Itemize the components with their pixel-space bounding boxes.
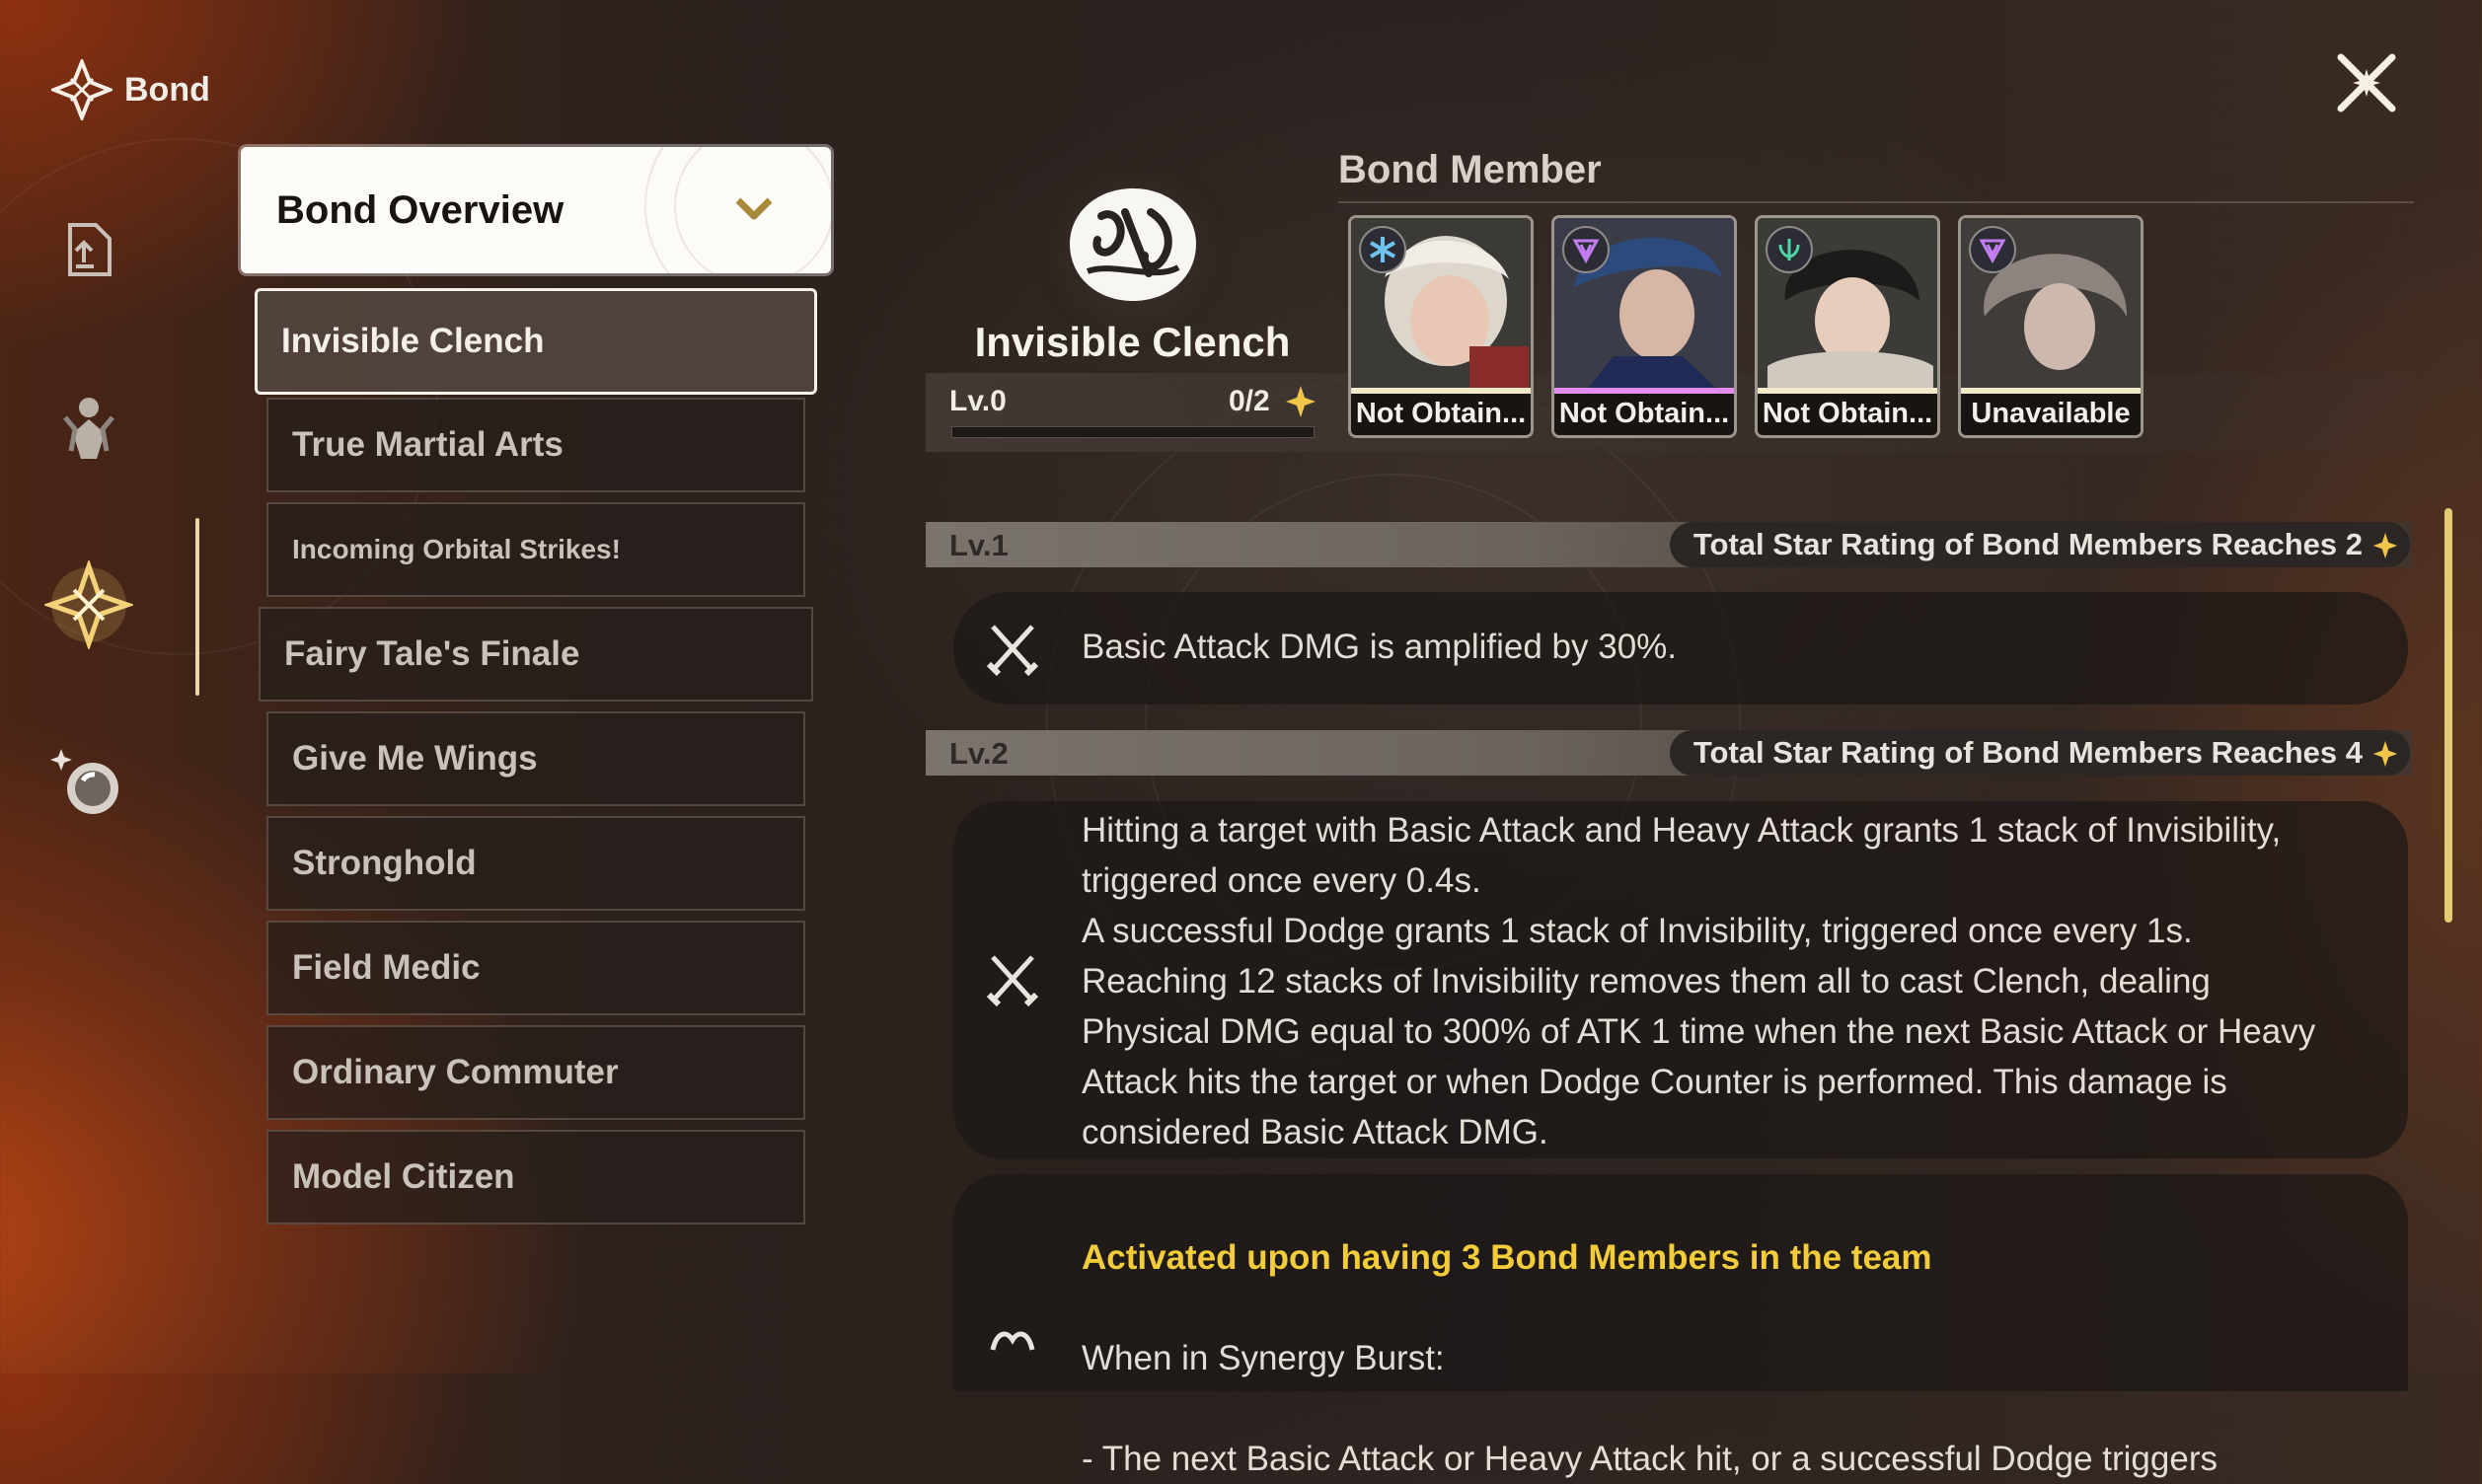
team-effect-line-1: When in Synergy Burst: <box>1082 1339 1445 1377</box>
bond-member-title: Bond Member <box>1338 148 1602 191</box>
characters-icon <box>63 398 114 459</box>
bond-icon <box>44 560 133 649</box>
level-1-header: Lv.1 Total Star Rating of Bond Members R… <box>926 522 2412 567</box>
bond-emblem-icon <box>1070 188 1196 301</box>
bond-list-item-true-martial-arts[interactable]: True Martial Arts <box>266 398 805 492</box>
upload-icon <box>68 223 112 276</box>
star-icon <box>2372 741 2398 767</box>
level-requirement-text: Total Star Rating of Bond Members Reache… <box>1692 527 2363 561</box>
sidebar-item-upload[interactable] <box>41 202 136 297</box>
level-effect-text: Hitting a target with Basic Attack and H… <box>1082 811 2316 1151</box>
wind-icon <box>1766 226 1813 273</box>
level-requirement: Total Star Rating of Bond Members Reache… <box>1669 522 2410 567</box>
bond-overview-dropdown[interactable]: Bond Overview <box>241 147 831 273</box>
bond-member-card[interactable]: Not Obtain... <box>1755 215 1940 438</box>
bond-list-item-model-citizen[interactable]: Model Citizen <box>266 1130 805 1224</box>
page-title: Bond <box>124 70 210 109</box>
bond-name: Invisible Clench <box>974 319 1291 365</box>
app-header: Bond <box>51 59 210 120</box>
level-requirement-text: Total Star Rating of Bond Members Reache… <box>1692 735 2363 770</box>
chevron-down-icon <box>735 197 773 220</box>
member-status: Not Obtain... <box>1351 394 1531 435</box>
team-effect-condition: Activated upon having 3 Bond Members in … <box>1082 1238 1932 1277</box>
level-1-effect: Basic Attack DMG is amplified by 30%. <box>953 592 2408 705</box>
bond-progress-text: 0/2 <box>1229 385 1270 417</box>
level-requirement: Total Star Rating of Bond Members Reache… <box>1669 730 2410 776</box>
member-status: Unavailable <box>1961 394 2141 435</box>
crossed-swords-icon <box>986 955 1039 1007</box>
team-effect-text: Activated upon having 3 Bond Members in … <box>1082 1182 2218 1484</box>
bond-list-item-incoming-orbital-strikes[interactable]: Incoming Orbital Strikes! <box>266 502 805 597</box>
sidebar-item-orb[interactable] <box>41 735 136 830</box>
bond-member-card[interactable]: Unavailable <box>1958 215 2144 438</box>
void-icon <box>1969 226 2016 273</box>
bond-list-item-give-me-wings[interactable]: Give Me Wings <box>266 711 805 806</box>
level-2-effect: Hitting a target with Basic Attack and H… <box>953 801 2408 1158</box>
overview-decoration <box>644 147 831 273</box>
bond-list-item-stronghold[interactable]: Stronghold <box>266 816 805 911</box>
divider <box>1338 201 2414 203</box>
bond-list-item-field-medic[interactable]: Field Medic <box>266 921 805 1015</box>
team-effect: Activated upon having 3 Bond Members in … <box>953 1174 2408 1478</box>
bond-member-card[interactable]: Not Obtain... <box>1551 215 1737 438</box>
crossed-swords-icon <box>986 625 1039 677</box>
sidebar-active-indicator <box>195 518 199 696</box>
void-icon <box>1562 226 1610 273</box>
ice-icon <box>1359 226 1406 273</box>
star-icon <box>1286 386 1316 417</box>
scrollbar[interactable] <box>2444 508 2452 923</box>
close-button[interactable] <box>2335 51 2398 114</box>
sidebar-item-bond[interactable] <box>41 557 136 652</box>
member-status: Not Obtain... <box>1758 394 1937 435</box>
bond-member-card[interactable]: Not Obtain... <box>1348 215 1534 438</box>
star-icon <box>2372 533 2398 558</box>
bond-list-item-invisible-clench[interactable]: Invisible Clench <box>255 288 817 395</box>
bond-progress-bar <box>951 426 1315 438</box>
sidebar-item-characters[interactable] <box>41 380 136 475</box>
bond-overview-label: Bond Overview <box>276 188 564 232</box>
close-icon <box>2337 53 2396 112</box>
bond-list-item-fairy-tales-finale[interactable]: Fairy Tale's Finale <box>259 607 813 702</box>
bond-list-item-ordinary-commuter[interactable]: Ordinary Commuter <box>266 1025 805 1120</box>
level-label: Lv.2 <box>949 736 1009 771</box>
level-label: Lv.1 <box>949 528 1009 562</box>
horned-icon <box>990 1331 1035 1351</box>
bond-level: Lv.0 <box>949 385 1007 417</box>
level-2-header: Lv.2 Total Star Rating of Bond Members R… <box>926 730 2412 776</box>
bond-logo-icon <box>51 59 113 120</box>
team-effect-line-2: - The next Basic Attack or Heavy Attack … <box>1082 1440 2218 1478</box>
member-status: Not Obtain... <box>1554 394 1734 435</box>
level-effect-text: Basic Attack DMG is amplified by 30%. <box>1082 628 1677 666</box>
orb-icon <box>50 749 118 814</box>
